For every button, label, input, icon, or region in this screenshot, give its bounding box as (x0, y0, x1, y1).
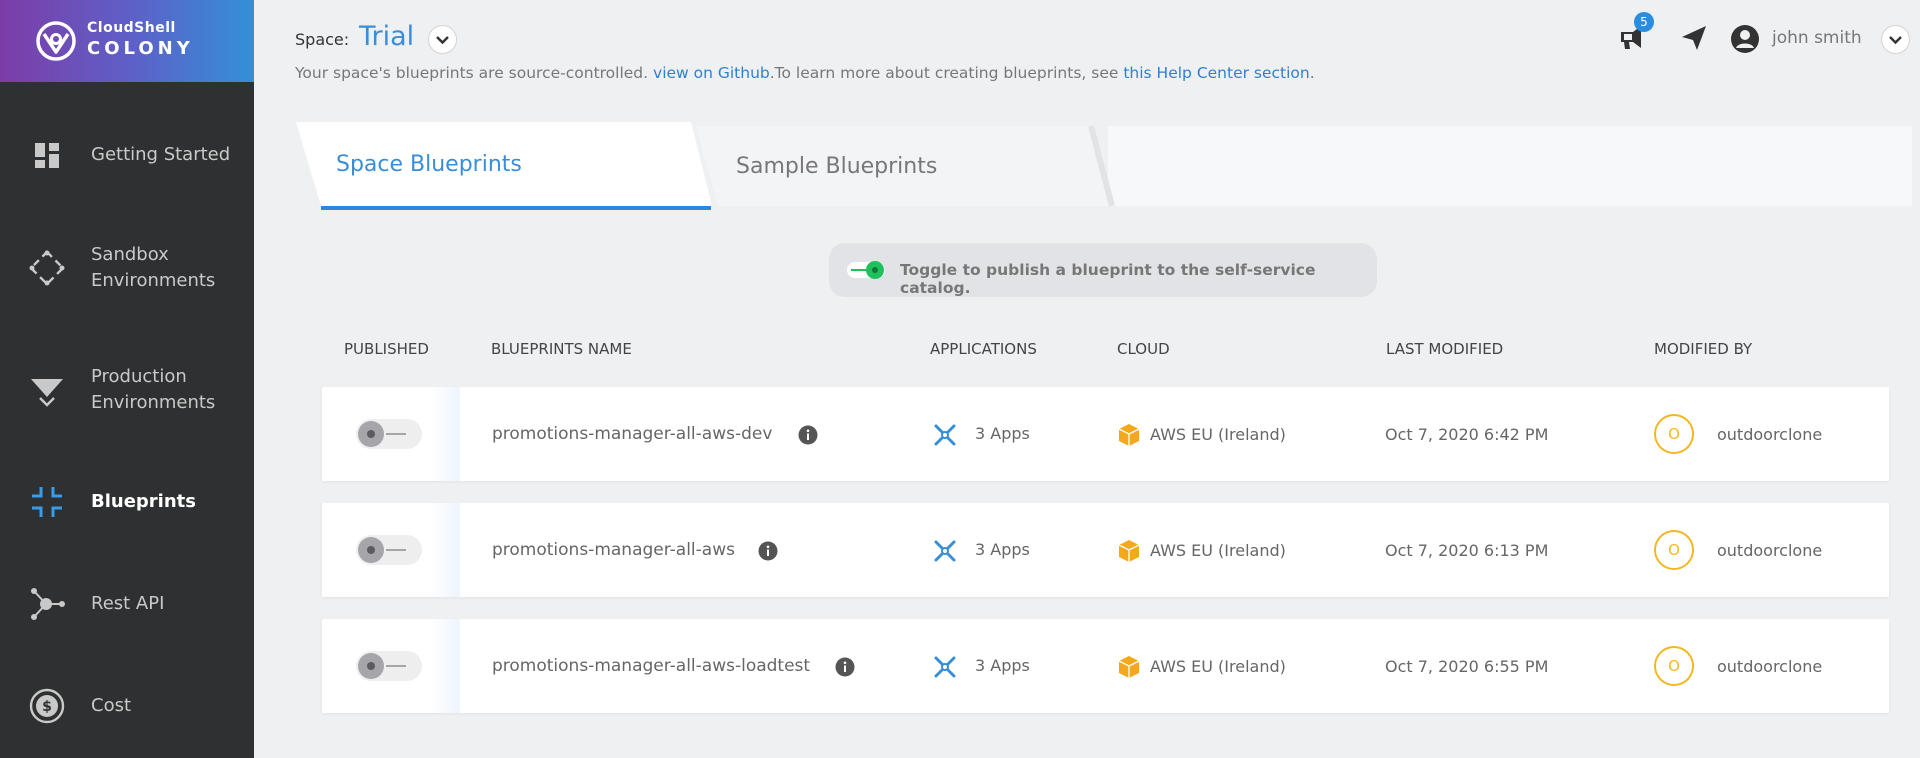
publish-cell (322, 503, 460, 597)
last-modified: Oct 7, 2020 6:42 PM (1385, 425, 1549, 444)
tab-label: Space Blueprints (336, 152, 522, 177)
chevron-down-icon (436, 36, 449, 45)
chevron-down-icon (1889, 36, 1902, 45)
avatar: O (1654, 414, 1694, 454)
sidebar-item-label: Sandbox Environments (91, 244, 216, 291)
publish-cell (322, 387, 460, 481)
dashboard-icon (35, 143, 59, 168)
api-icon (31, 588, 65, 620)
publish-toggle[interactable] (356, 535, 422, 565)
column-header-modified-by[interactable]: MODIFIED BY (1654, 340, 1752, 358)
publish-hint: Toggle to publish a blueprint to the sel… (829, 243, 1377, 297)
info-icon[interactable] (758, 541, 778, 561)
colony-logo-icon (36, 21, 76, 61)
sidebar: CloudShell COLONY Getting Started Sandbo… (0, 0, 254, 758)
active-tab-underline (321, 206, 711, 210)
table-row[interactable]: promotions-manager-all-aws-dev 3 Apps AW… (322, 387, 1889, 481)
tab-label: Sample Blueprints (736, 154, 938, 179)
column-header-last-modified[interactable]: LAST MODIFIED (1386, 340, 1503, 358)
space-dropdown-button[interactable] (428, 25, 457, 54)
notification-badge: 5 (1634, 12, 1654, 32)
help-center-link[interactable]: this Help Center section (1123, 64, 1309, 82)
svg-text:$: $ (42, 699, 52, 715)
user-avatar-icon[interactable] (1730, 24, 1760, 54)
sidebar-item-label: Rest API (91, 593, 165, 614)
avatar: O (1654, 646, 1694, 686)
blueprint-name[interactable]: promotions-manager-all-aws-loadtest (492, 656, 810, 676)
column-header-applications[interactable]: APPLICATIONS (930, 340, 1037, 358)
info-text: . (1309, 64, 1315, 82)
blueprints-icon (32, 487, 62, 517)
sidebar-item-label: Production Environments (91, 366, 216, 413)
applications-count: 3 Apps (975, 424, 1030, 443)
production-icon (31, 379, 63, 407)
applications-icon (934, 656, 956, 678)
tab-sample-blueprints[interactable]: Sample Blueprints (696, 122, 1116, 210)
column-header-cloud[interactable]: CLOUD (1117, 340, 1170, 358)
aws-icon (1118, 656, 1140, 678)
space-name[interactable]: Trial (359, 21, 414, 52)
last-modified: Oct 7, 2020 6:13 PM (1385, 541, 1549, 560)
sidebar-item-blueprints[interactable]: Blueprints (0, 452, 254, 552)
modified-by: outdoorclone (1717, 425, 1823, 444)
publish-toggle[interactable] (356, 651, 422, 681)
cost-icon: $ (29, 688, 65, 724)
table-row[interactable]: promotions-manager-all-aws 3 Apps AWS EU… (322, 503, 1889, 597)
tab-bar-background (1108, 126, 1912, 206)
sidebar-item-label: Getting Started (91, 144, 231, 165)
cloud-region: AWS EU (Ireland) (1150, 425, 1286, 444)
sidebar-item-rest-api[interactable]: Rest API (0, 554, 254, 654)
brand-top-text: CloudShell (87, 20, 176, 36)
cloud-region: AWS EU (Ireland) (1150, 657, 1286, 676)
github-link[interactable]: view on Github (653, 64, 770, 82)
last-modified: Oct 7, 2020 6:55 PM (1385, 657, 1549, 676)
hint-text: Toggle to publish a blueprint to the sel… (900, 261, 1316, 297)
table-row[interactable]: promotions-manager-all-aws-loadtest 3 Ap… (322, 619, 1889, 713)
avatar: O (1654, 530, 1694, 570)
info-text: Your space's blueprints are source-contr… (295, 64, 649, 82)
blueprint-name[interactable]: promotions-manager-all-aws (492, 540, 735, 560)
brand-bottom-text: COLONY (87, 38, 194, 59)
blueprint-name[interactable]: promotions-manager-all-aws-dev (492, 424, 772, 444)
publish-toggle[interactable] (356, 419, 422, 449)
aws-icon (1118, 424, 1140, 446)
info-text: .To learn more about creating blueprints… (769, 64, 1119, 82)
aws-icon (1118, 540, 1140, 562)
publish-cell (322, 619, 460, 713)
info-icon[interactable] (798, 425, 818, 445)
sidebar-item-sandbox-environments[interactable]: Sandbox Environments (0, 218, 254, 318)
sidebar-item-production-environments[interactable]: Production Environments (0, 340, 254, 440)
sandbox-icon (29, 250, 65, 286)
sidebar-item-label: Cost (91, 695, 132, 716)
cloud-region: AWS EU (Ireland) (1150, 541, 1286, 560)
user-name[interactable]: john smith (1772, 28, 1862, 48)
info-line: Your space's blueprints are source-contr… (295, 64, 1315, 82)
applications-icon (934, 424, 956, 446)
applications-count: 3 Apps (975, 656, 1030, 675)
modified-by: outdoorclone (1717, 657, 1823, 676)
user-dropdown-button[interactable] (1881, 25, 1910, 54)
toggle-on-icon (847, 261, 885, 279)
info-icon[interactable] (835, 657, 855, 677)
tab-space-blueprints[interactable]: Space Blueprints (296, 122, 716, 210)
column-header-published[interactable]: PUBLISHED (344, 340, 429, 358)
brand-logo[interactable]: CloudShell COLONY (0, 0, 254, 82)
sidebar-item-label: Blueprints (91, 491, 196, 512)
blueprint-tabs: Sample Blueprints Space Blueprints (296, 122, 1912, 210)
send-icon[interactable] (1680, 24, 1708, 52)
sidebar-item-cost[interactable]: $ Cost (0, 656, 254, 756)
column-header-name[interactable]: BLUEPRINTS NAME (491, 340, 632, 358)
applications-icon (934, 540, 956, 562)
applications-count: 3 Apps (975, 540, 1030, 559)
modified-by: outdoorclone (1717, 541, 1823, 560)
sidebar-item-getting-started[interactable]: Getting Started (0, 105, 254, 205)
space-label: Space: (295, 30, 350, 49)
